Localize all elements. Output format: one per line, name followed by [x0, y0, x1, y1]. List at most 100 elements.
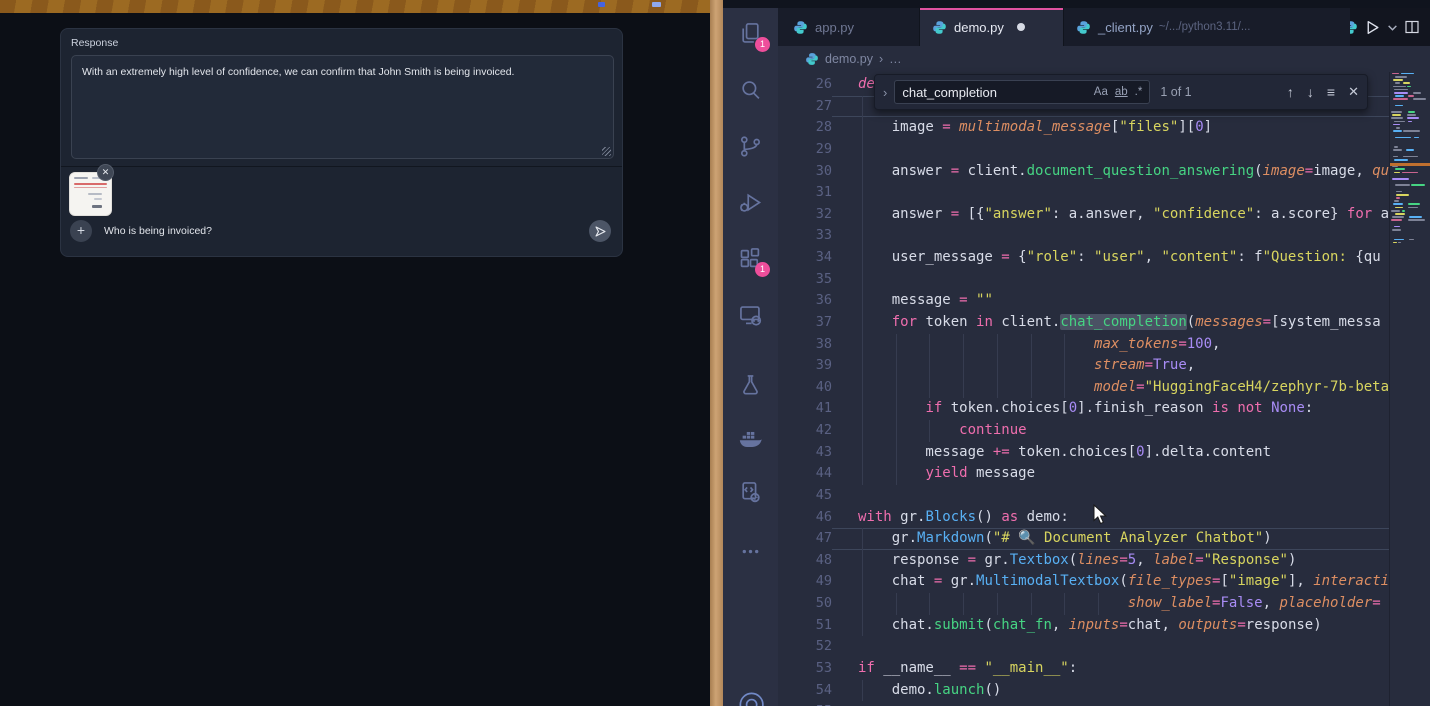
testing-icon[interactable] — [737, 372, 764, 399]
dirty-indicator[interactable] — [1017, 23, 1025, 31]
editor-group: app.py demo.py _client.py ~/.../python3.… — [778, 0, 1430, 706]
code-line[interactable]: 33 — [778, 225, 1389, 247]
response-label: Response — [71, 37, 118, 49]
window-top-edge — [723, 0, 1430, 8]
mouse-cursor — [1093, 504, 1108, 525]
tab-label: demo.py — [954, 20, 1004, 35]
find-in-selection-button[interactable]: ≡ — [1327, 84, 1335, 100]
remove-attachment-button[interactable]: ✕ — [97, 164, 114, 181]
line-number: 34 — [778, 247, 832, 269]
line-number: 35 — [778, 269, 832, 291]
docker-icon[interactable] — [737, 425, 764, 452]
code-line[interactable]: 37 for token in client.chat_completion(m… — [778, 312, 1389, 334]
code-line[interactable]: 55 — [778, 701, 1389, 706]
send-button[interactable] — [589, 220, 611, 242]
source-control-icon[interactable] — [737, 133, 764, 160]
tab-client-py[interactable]: _client.py ~/.../python3.11/... — [1064, 8, 1351, 46]
line-number: 40 — [778, 377, 832, 399]
code-line[interactable]: 40 model="HuggingFaceH4/zephyr-7b-beta — [778, 377, 1389, 399]
line-number: 28 — [778, 117, 832, 139]
regex-toggle[interactable]: .* — [1135, 86, 1143, 98]
explorer-icon[interactable]: 1 — [737, 20, 764, 47]
whole-word-toggle[interactable]: ab — [1115, 86, 1128, 98]
find-widget: › chat_completion Aa ab .* 1 of 1 ↑ ↓ ≡ … — [874, 74, 1368, 110]
code-editor[interactable]: 26de2728 image = multimodal_message["fil… — [778, 72, 1389, 706]
code-line[interactable]: 28 image = multimodal_message["files"][0… — [778, 117, 1389, 139]
line-number: 55 — [778, 701, 832, 706]
code-line[interactable]: 48 response = gr.Textbox(lines=5, label=… — [778, 550, 1389, 572]
response-text: With an extremely high level of confiden… — [82, 66, 514, 78]
code-line[interactable]: 32 answer = [{"answer": a.answer, "confi… — [778, 204, 1389, 226]
match-case-toggle[interactable]: Aa — [1094, 86, 1108, 98]
breadcrumb-file[interactable]: demo.py — [825, 52, 873, 66]
minimap[interactable] — [1389, 72, 1430, 706]
code-line[interactable]: 43 message += token.choices[0].delta.con… — [778, 442, 1389, 464]
code-line[interactable]: 44 yield message — [778, 463, 1389, 485]
chevron-down-icon[interactable] — [1387, 22, 1398, 33]
python-icon — [932, 20, 947, 35]
code-line[interactable]: 52 — [778, 636, 1389, 658]
thumb-line — [74, 183, 107, 185]
line-number: 32 — [778, 204, 832, 226]
line-number: 29 — [778, 139, 832, 161]
line-number: 31 — [778, 182, 832, 204]
code-runner-icon[interactable] — [737, 479, 764, 506]
find-expand-chevron[interactable]: › — [883, 85, 887, 100]
code-line[interactable]: 31 — [778, 182, 1389, 204]
tab-label: _client.py — [1098, 20, 1153, 35]
find-query: chat_completion — [902, 85, 1086, 100]
titlebar-accent-dot — [652, 2, 661, 7]
code-line[interactable]: 42 continue — [778, 420, 1389, 442]
search-icon[interactable] — [737, 77, 764, 104]
run-debug-icon[interactable] — [737, 189, 764, 216]
python-icon — [793, 20, 808, 35]
code-line[interactable]: 47 gr.Markdown("# 🔍 Document Analyzer Ch… — [778, 528, 1389, 550]
find-close-button[interactable]: ✕ — [1348, 84, 1359, 100]
split-editor-icon[interactable] — [1404, 19, 1420, 35]
code-line[interactable]: 36 message = "" — [778, 290, 1389, 312]
extensions-badge: 1 — [755, 262, 770, 277]
run-file-icon[interactable] — [1364, 19, 1381, 36]
account-icon[interactable] — [737, 690, 764, 706]
code-line[interactable]: 51 chat.submit(chat_fn, inputs=chat, out… — [778, 615, 1389, 637]
send-icon — [594, 225, 607, 238]
response-textbox[interactable]: With an extremely high level of confiden… — [71, 55, 614, 159]
chat-input[interactable]: Who is being invoiced? — [104, 225, 212, 237]
add-file-button[interactable]: + — [70, 220, 92, 242]
code-line[interactable]: 45 — [778, 485, 1389, 507]
remote-explorer-icon[interactable] — [737, 302, 764, 329]
left-window-titlebar — [0, 0, 710, 13]
python-icon — [1076, 20, 1091, 35]
tab-description: ~/.../python3.11/... — [1159, 21, 1251, 33]
activity-bar: 1 1 — [723, 0, 778, 706]
extensions-icon[interactable]: 1 — [737, 245, 764, 272]
tab-app-py[interactable]: app.py — [781, 8, 920, 46]
code-line[interactable]: 46with gr.Blocks() as demo: — [778, 507, 1389, 529]
line-number: 38 — [778, 334, 832, 356]
find-results-count: 1 of 1 — [1160, 85, 1191, 99]
more-views-icon[interactable] — [737, 538, 764, 565]
code-line[interactable]: 29 — [778, 139, 1389, 161]
code-line[interactable]: 49 chat = gr.MultimodalTextbox(file_type… — [778, 571, 1389, 593]
line-number: 37 — [778, 312, 832, 334]
find-previous-button[interactable]: ↑ — [1287, 84, 1294, 100]
python-icon — [805, 52, 819, 66]
breadcrumb[interactable]: demo.py › … — [778, 46, 1430, 72]
find-input[interactable]: chat_completion Aa ab .* — [894, 80, 1150, 104]
code-line[interactable]: 39 stream=True, — [778, 355, 1389, 377]
line-number: 51 — [778, 615, 832, 637]
code-line[interactable]: 38 max_tokens=100, — [778, 334, 1389, 356]
find-next-button[interactable]: ↓ — [1307, 84, 1314, 100]
code-line[interactable]: 34 user_message = {"role": "user", "cont… — [778, 247, 1389, 269]
code-line[interactable]: 54 demo.launch() — [778, 680, 1389, 702]
breadcrumb-rest[interactable]: … — [889, 52, 902, 66]
code-line[interactable]: 41 if token.choices[0].finish_reason is … — [778, 398, 1389, 420]
code-line[interactable]: 53if __name__ == "__main__": — [778, 658, 1389, 680]
code-line[interactable]: 35 — [778, 269, 1389, 291]
code-line[interactable]: 30 answer = client.document_question_ans… — [778, 161, 1389, 183]
resize-handle[interactable] — [602, 147, 611, 156]
gradio-app: Response With an extremely high level of… — [0, 13, 710, 706]
thumb-line — [74, 177, 88, 179]
tab-demo-py[interactable]: demo.py — [920, 8, 1064, 46]
code-line[interactable]: 50 show_label=False, placeholder= — [778, 593, 1389, 615]
